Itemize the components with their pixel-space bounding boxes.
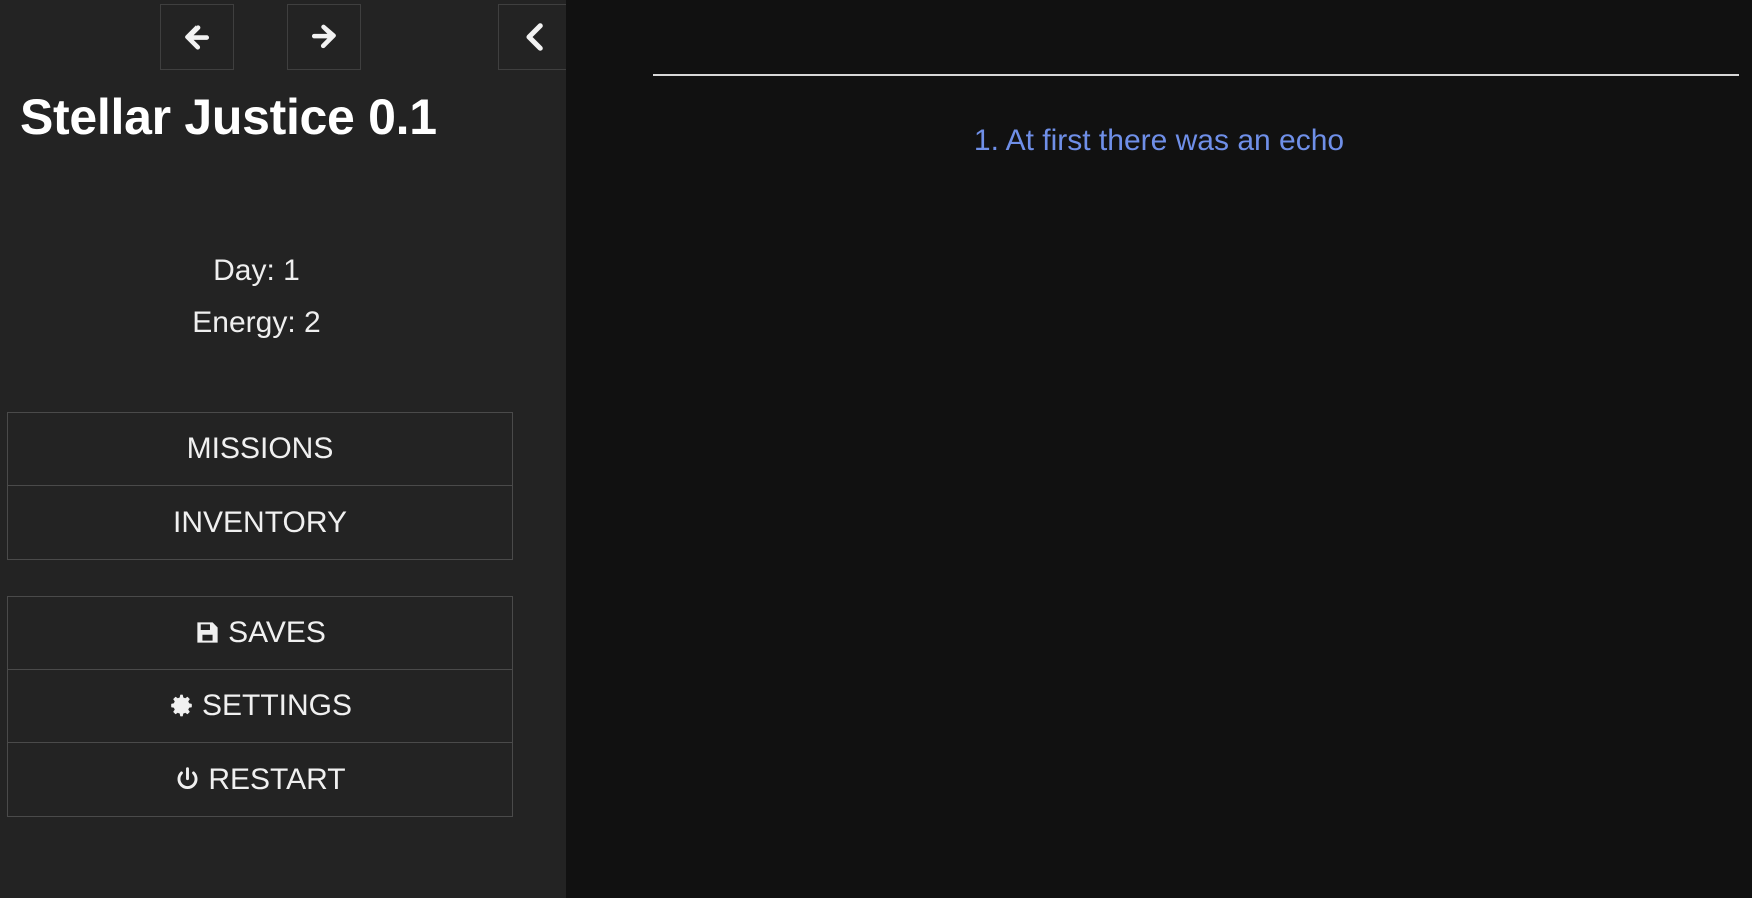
power-icon — [174, 766, 201, 793]
passage-choice-link[interactable]: 1. At first there was an echo — [974, 124, 1344, 157]
sidebar-item-missions[interactable]: MISSIONS — [8, 413, 512, 486]
primary-menu-group: MISSIONS INVENTORY — [7, 412, 513, 560]
page-title: Stellar Justice 0.1 — [20, 89, 437, 145]
game-window: Stellar Justice 0.1 Day: 1 Energy: 2 MIS… — [0, 0, 1752, 898]
saves-label: SAVES — [228, 616, 326, 649]
main-content: 1. At first there was an echo — [566, 0, 1752, 898]
sidebar-item-inventory[interactable]: INVENTORY — [8, 486, 512, 559]
arrow-left-icon — [180, 20, 214, 54]
sidebar-item-restart[interactable]: RESTART — [8, 743, 512, 816]
sidebar-item-saves[interactable]: SAVES — [8, 597, 512, 670]
inventory-label: INVENTORY — [173, 505, 347, 539]
sidebar: Stellar Justice 0.1 Day: 1 Energy: 2 MIS… — [0, 0, 566, 898]
content-divider — [653, 74, 1739, 76]
stats-panel: Day: 1 Energy: 2 — [0, 245, 513, 349]
floppy-disk-icon — [194, 619, 221, 646]
stat-energy: Energy: 2 — [192, 306, 321, 339]
gear-icon — [168, 692, 195, 719]
forward-button[interactable] — [287, 4, 361, 70]
back-button[interactable] — [160, 4, 234, 70]
restart-label: RESTART — [208, 762, 346, 796]
stat-day: Day: 1 — [213, 254, 300, 287]
missions-label: MISSIONS — [186, 432, 334, 465]
collapse-sidebar-button[interactable] — [498, 4, 566, 70]
settings-label: SETTINGS — [201, 689, 352, 722]
secondary-menu-group: SAVES SETTINGS RESTART — [7, 596, 513, 817]
arrow-right-icon — [307, 20, 341, 54]
passage-body: 1. At first there was an echo — [566, 118, 1752, 164]
chevron-left-icon — [517, 19, 553, 55]
sidebar-item-settings[interactable]: SETTINGS — [8, 670, 512, 743]
